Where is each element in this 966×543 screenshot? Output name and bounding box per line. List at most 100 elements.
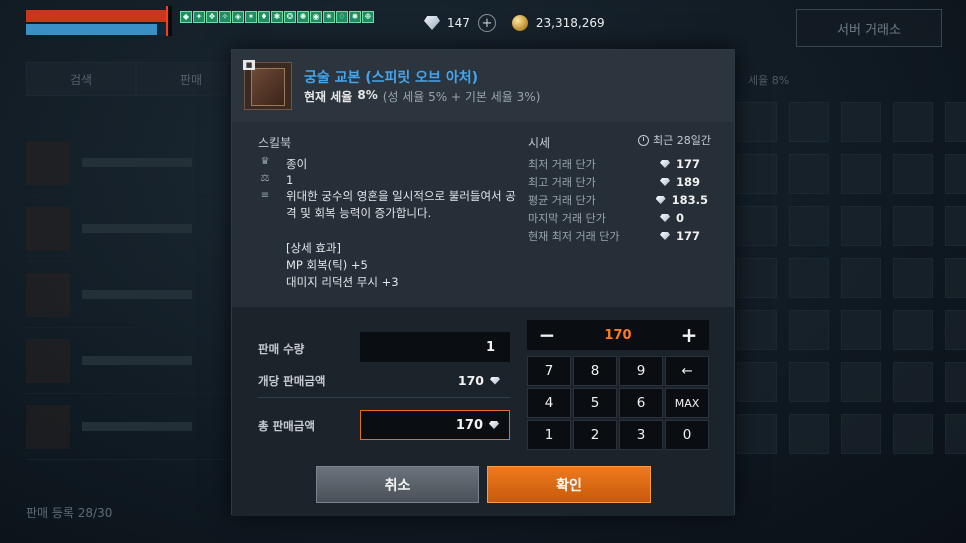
key-2[interactable]: 2 [573, 420, 617, 450]
item-name: 궁술 교본 (스피릿 오브 아처) [304, 70, 478, 86]
key-6[interactable]: 6 [619, 388, 663, 418]
inventory-slot[interactable] [893, 310, 933, 350]
hp-bar-fill [26, 10, 170, 22]
price-label: 마지막 거래 단가 [528, 212, 606, 225]
inventory-slot[interactable] [737, 414, 777, 454]
inventory-slot[interactable] [893, 206, 933, 246]
list-item[interactable] [26, 328, 231, 394]
clock-icon [638, 134, 649, 146]
number-keypad: 7 8 9 ← 4 5 6 MAX 1 2 3 0 [527, 356, 709, 450]
decrease-button[interactable]: − [527, 320, 567, 350]
inventory-slot[interactable] [841, 362, 881, 402]
price-label: 최저 거래 단가 [528, 158, 596, 171]
effect-title: [상세 효과] [286, 241, 341, 255]
inventory-slot[interactable] [737, 154, 777, 194]
quantity-field[interactable]: 1 [360, 332, 510, 362]
price-number: 189 [676, 175, 701, 189]
inventory-slot[interactable] [789, 414, 829, 454]
inventory-slot[interactable] [737, 206, 777, 246]
tab-search[interactable]: 검색 [26, 62, 136, 96]
inventory-slot[interactable] [893, 414, 933, 454]
list-item[interactable] [26, 130, 231, 196]
sell-panel: 판매 수량 1 개당 판매금액 170 총 판매금액 170 − 170 + 7… [232, 307, 734, 516]
item-line [82, 158, 192, 167]
total-price-value: 170 [455, 417, 483, 433]
inventory-slot[interactable] [789, 154, 829, 194]
inventory-slot[interactable] [789, 310, 829, 350]
add-currency-icon[interactable]: + [477, 14, 496, 32]
tab-sell[interactable]: 판매 [136, 62, 246, 96]
inventory-slot[interactable] [893, 154, 933, 194]
key-5[interactable]: 5 [573, 388, 617, 418]
price-row: 현재 최저 거래 단가 177 [528, 228, 708, 244]
list-item[interactable] [26, 262, 231, 328]
key-3[interactable]: 3 [619, 420, 663, 450]
inventory-slot[interactable] [841, 154, 881, 194]
key-7[interactable]: 7 [527, 356, 571, 386]
item-thumb [26, 206, 70, 251]
key-1[interactable]: 1 [527, 420, 571, 450]
inventory-slot[interactable] [737, 102, 777, 142]
key-4[interactable]: 4 [527, 388, 571, 418]
inventory-slot[interactable] [789, 206, 829, 246]
key-9[interactable]: 9 [619, 356, 663, 386]
inventory-slot[interactable] [945, 154, 966, 194]
buff-icon: ◈ [232, 11, 244, 23]
inventory-slot[interactable] [945, 362, 966, 402]
inventory-slot[interactable] [841, 414, 881, 454]
inventory-slot[interactable] [893, 102, 933, 142]
confirm-label: 확인 [556, 477, 582, 494]
key-8[interactable]: 8 [573, 356, 617, 386]
list-item[interactable] [26, 196, 231, 262]
inventory-slot[interactable] [893, 362, 933, 402]
server-exchange-button[interactable]: 서버 거래소 [796, 9, 942, 47]
increase-button[interactable]: + [669, 320, 709, 350]
diamond-count: 147 [447, 16, 470, 30]
price-label: 평균 거래 단가 [528, 194, 596, 207]
max-key[interactable]: MAX [665, 388, 709, 418]
inventory-slot[interactable] [737, 258, 777, 298]
confirm-button[interactable]: 확인 [487, 466, 651, 503]
mp-bar [26, 24, 172, 35]
skillbook-icon: ■ [243, 60, 292, 110]
price-value: 0 [660, 210, 684, 226]
key-0[interactable]: 0 [665, 420, 709, 450]
inventory-slot[interactable] [841, 206, 881, 246]
cancel-label: 취소 [384, 477, 411, 494]
buff-icon: ✱ [271, 11, 283, 23]
inventory-slot[interactable] [789, 362, 829, 402]
item-line [82, 290, 192, 299]
inventory-slot[interactable] [945, 310, 966, 350]
inventory-slot[interactable] [945, 206, 966, 246]
unit-price-label: 개당 판매금액 [258, 374, 326, 388]
divider [258, 397, 510, 398]
diamond-icon [490, 376, 500, 385]
inventory-slot[interactable] [737, 310, 777, 350]
list-item[interactable] [26, 394, 231, 460]
inventory-slot[interactable] [841, 102, 881, 142]
effect-1: MP 회복(틱) +5 [286, 258, 368, 272]
inventory-slot[interactable] [737, 362, 777, 402]
price-row: 최고 거래 단가 189 [528, 174, 708, 190]
inventory-slot[interactable] [945, 414, 966, 454]
price-value: 177 [660, 156, 700, 172]
exchange-tabs: 검색 판매 [26, 62, 246, 96]
inventory-slot[interactable] [789, 102, 829, 142]
buff-icon: ◉ [310, 11, 322, 23]
inventory-slot[interactable] [945, 102, 966, 142]
buff-icon: ✧ [219, 11, 231, 23]
inventory-slot[interactable] [893, 258, 933, 298]
sell-dialog: ■ 궁술 교본 (스피릿 오브 아처) 현재 세율 8% (성 세율 5% + … [231, 49, 735, 516]
cancel-button[interactable]: 취소 [316, 466, 479, 503]
inventory-slot[interactable] [789, 258, 829, 298]
diamond-icon [655, 196, 666, 204]
background-tax-text: 세율 8% [748, 74, 790, 87]
inventory-slot[interactable] [841, 258, 881, 298]
total-price-field[interactable]: 170 [360, 410, 510, 440]
inventory-slot[interactable] [945, 258, 966, 298]
inventory-slot[interactable] [841, 310, 881, 350]
backspace-key[interactable]: ← [665, 356, 709, 386]
buff-icon: ✦ [193, 11, 205, 23]
buff-icon: ◆ [180, 11, 192, 23]
mp-bar-fill [26, 24, 158, 35]
